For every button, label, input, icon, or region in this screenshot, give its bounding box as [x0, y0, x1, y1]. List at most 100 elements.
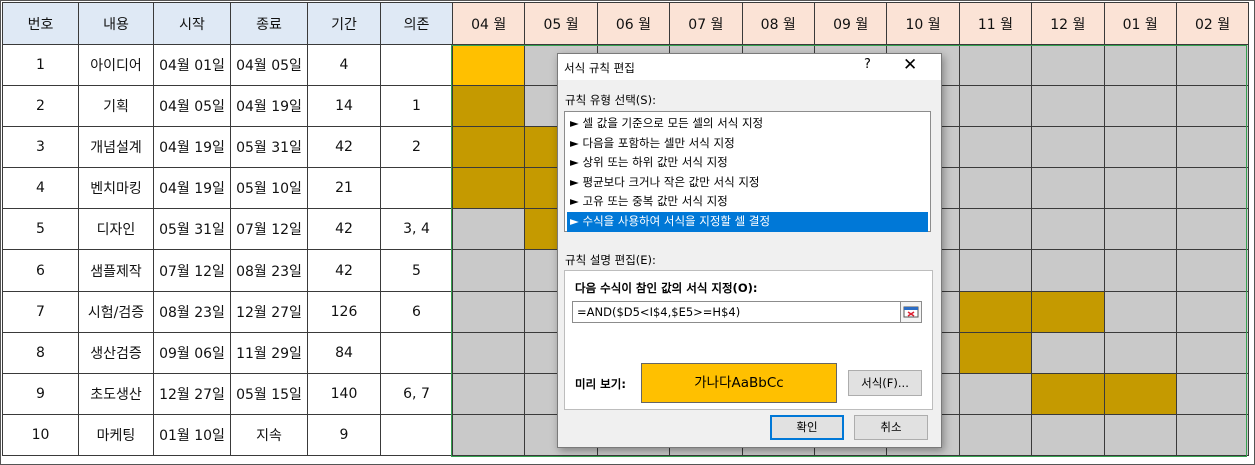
gantt-cell[interactable]	[451, 413, 526, 456]
task-name-cell[interactable]: 디자인	[78, 208, 154, 251]
dependency-cell[interactable]: 3, 4	[380, 208, 453, 251]
gantt-cell-highlighted[interactable]	[451, 126, 526, 169]
gantt-cell-highlighted[interactable]	[1103, 372, 1177, 415]
row-number-cell[interactable]: 9	[2, 372, 79, 415]
dependency-cell[interactable]: 1	[380, 85, 453, 128]
rule-type-item[interactable]: ► 셀 값을 기준으로 모든 셀의 서식 지정	[567, 114, 928, 134]
row-number-cell[interactable]: 6	[2, 249, 79, 292]
gantt-cell[interactable]	[958, 372, 1033, 415]
gantt-cell[interactable]	[1175, 208, 1250, 251]
rule-type-list[interactable]: ► 셀 값을 기준으로 모든 셀의 서식 지정 ► 다음을 포함하는 셀만 서식 …	[564, 111, 931, 232]
close-icon[interactable]: ✕	[903, 55, 917, 75]
gantt-cell[interactable]	[451, 372, 526, 415]
format-button[interactable]: 서식(F)...	[848, 370, 922, 396]
gantt-cell[interactable]	[1103, 43, 1177, 87]
end-date-cell[interactable]: 07월 12일	[230, 208, 308, 251]
formula-input[interactable]: =AND($D5<I$4,$E5>=H$4)	[572, 301, 902, 323]
gantt-cell[interactable]	[958, 208, 1033, 251]
row-number-cell[interactable]: 5	[2, 208, 79, 251]
header-cell-dependency[interactable]: 의존	[380, 2, 453, 45]
task-name-cell[interactable]: 시험/검증	[78, 290, 154, 333]
month-header-cell[interactable]: 10 월	[886, 2, 960, 45]
ok-button[interactable]: 확인	[770, 415, 844, 440]
dependency-cell[interactable]	[380, 413, 453, 456]
gantt-cell[interactable]	[1175, 413, 1250, 456]
gantt-cell[interactable]	[1031, 85, 1105, 128]
gantt-cell-highlighted[interactable]	[1031, 290, 1105, 333]
month-header-cell[interactable]: 02 월	[1175, 2, 1250, 45]
gantt-cell[interactable]	[1175, 331, 1250, 374]
task-name-cell[interactable]: 생산검증	[78, 331, 154, 374]
dependency-cell[interactable]	[380, 43, 453, 87]
gantt-cell-highlighted[interactable]	[958, 331, 1033, 374]
gantt-cell[interactable]	[1103, 126, 1177, 169]
rule-type-item[interactable]: ► 수식을 사용하여 서식을 지정할 셀 결정	[567, 211, 928, 232]
gantt-cell-highlighted[interactable]	[451, 85, 526, 128]
gantt-cell[interactable]	[1103, 331, 1177, 374]
row-number-cell[interactable]: 3	[2, 126, 79, 169]
start-date-cell[interactable]: 01월 10일	[153, 413, 231, 456]
end-date-cell[interactable]: 지속	[230, 413, 308, 456]
task-name-cell[interactable]: 벤치마킹	[78, 167, 154, 210]
dependency-cell[interactable]	[380, 331, 453, 374]
gantt-cell-highlighted[interactable]	[451, 43, 526, 87]
start-date-cell[interactable]: 04월 05일	[153, 85, 231, 128]
gantt-cell[interactable]	[451, 249, 526, 292]
dependency-cell[interactable]: 5	[380, 249, 453, 292]
gantt-cell[interactable]	[958, 167, 1033, 210]
task-name-cell[interactable]: 아이디어	[78, 43, 154, 87]
dialog-title-bar[interactable]: 서식 규칙 편집 ? ✕	[558, 54, 941, 80]
row-number-cell[interactable]: 10	[2, 413, 79, 456]
month-header-cell[interactable]: 04 월	[451, 2, 526, 45]
duration-cell[interactable]: 42	[307, 208, 381, 251]
month-header-cell[interactable]: 01 월	[1103, 2, 1177, 45]
end-date-cell[interactable]: 05월 15일	[230, 372, 308, 415]
rule-type-item[interactable]: ► 상위 또는 하위 값만 서식 지정	[567, 153, 928, 173]
gantt-cell[interactable]	[1103, 167, 1177, 210]
dependency-cell[interactable]: 6, 7	[380, 372, 453, 415]
header-cell-end[interactable]: 종료	[230, 2, 308, 45]
gantt-cell[interactable]	[1031, 331, 1105, 374]
gantt-cell[interactable]	[1175, 167, 1250, 210]
dependency-cell[interactable]: 2	[380, 126, 453, 169]
dependency-cell[interactable]	[380, 167, 453, 210]
month-header-cell[interactable]: 12 월	[1031, 2, 1105, 45]
month-header-cell[interactable]: 05 월	[524, 2, 598, 45]
month-header-cell[interactable]: 08 월	[741, 2, 815, 45]
end-date-cell[interactable]: 04월 05일	[230, 43, 308, 87]
task-name-cell[interactable]: 기획	[78, 85, 154, 128]
gantt-cell[interactable]	[958, 413, 1033, 456]
start-date-cell[interactable]: 08월 23일	[153, 290, 231, 333]
duration-cell[interactable]: 14	[307, 85, 381, 128]
row-number-cell[interactable]: 1	[2, 43, 79, 87]
month-header-cell[interactable]: 07 월	[669, 2, 743, 45]
start-date-cell[interactable]: 04월 01일	[153, 43, 231, 87]
duration-cell[interactable]: 42	[307, 249, 381, 292]
start-date-cell[interactable]: 05월 31일	[153, 208, 231, 251]
header-cell-no[interactable]: 번호	[2, 2, 79, 45]
duration-cell[interactable]: 42	[307, 126, 381, 169]
header-cell-task[interactable]: 내용	[78, 2, 154, 45]
month-header-cell[interactable]: 09 월	[813, 2, 888, 45]
rule-type-item[interactable]: ► 고유 또는 중복 값만 서식 지정	[567, 192, 928, 212]
gantt-cell-highlighted[interactable]	[451, 167, 526, 210]
duration-cell[interactable]: 9	[307, 413, 381, 456]
help-button[interactable]: ?	[864, 57, 871, 72]
duration-cell[interactable]: 126	[307, 290, 381, 333]
gantt-cell[interactable]	[1031, 208, 1105, 251]
gantt-cell[interactable]	[1175, 290, 1250, 333]
start-date-cell[interactable]: 07월 12일	[153, 249, 231, 292]
duration-cell[interactable]: 84	[307, 331, 381, 374]
row-number-cell[interactable]: 7	[2, 290, 79, 333]
gantt-cell-highlighted[interactable]	[958, 290, 1033, 333]
task-name-cell[interactable]: 초도생산	[78, 372, 154, 415]
start-date-cell[interactable]: 04월 19일	[153, 126, 231, 169]
gantt-cell[interactable]	[1175, 249, 1250, 292]
dependency-cell[interactable]: 6	[380, 290, 453, 333]
gantt-cell[interactable]	[1031, 126, 1105, 169]
gantt-cell[interactable]	[958, 249, 1033, 292]
gantt-cell[interactable]	[1031, 413, 1105, 456]
collapse-dialog-button[interactable]	[900, 301, 922, 323]
end-date-cell[interactable]: 12월 27일	[230, 290, 308, 333]
gantt-cell[interactable]	[451, 290, 526, 333]
